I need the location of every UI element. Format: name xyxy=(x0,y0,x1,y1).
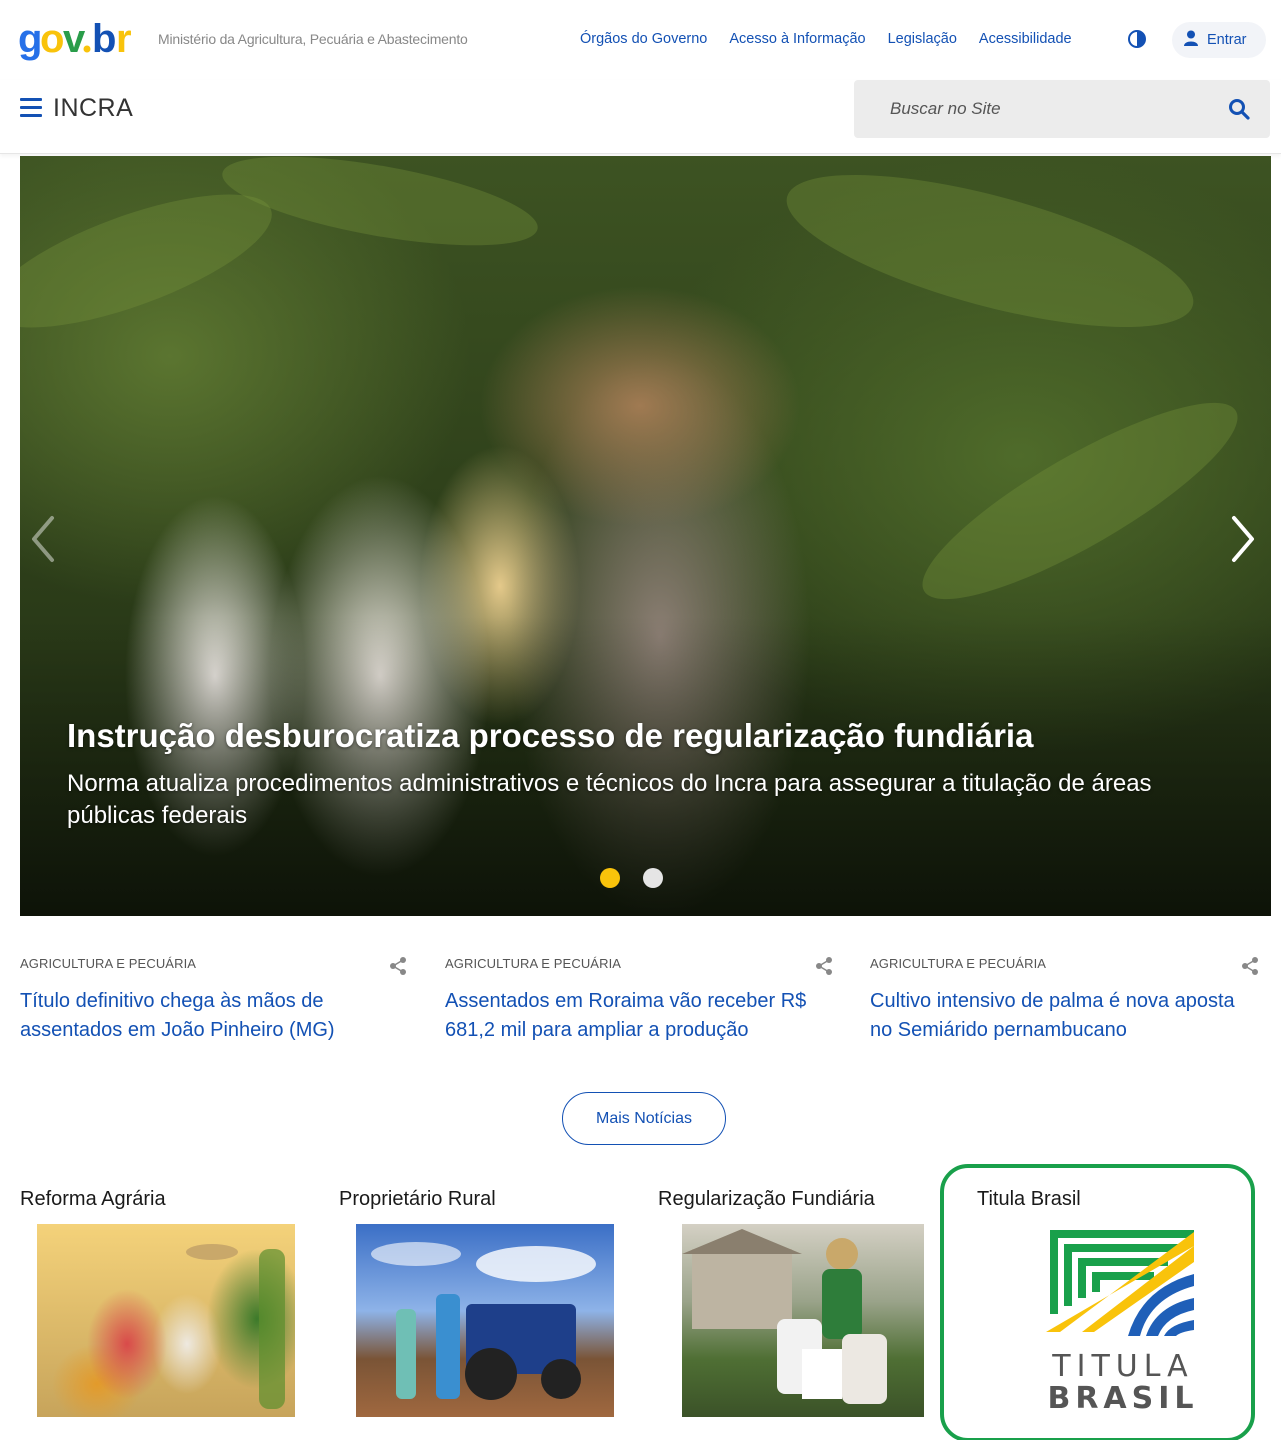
news-card: AGRICULTURA E PECUÁRIA Assentados em Ror… xyxy=(445,956,835,1045)
titula-logo-line2: BRASIL xyxy=(1047,1381,1198,1416)
feature-titula-brasil: Titula Brasil TITULA BRASIL xyxy=(977,1188,1194,1416)
search-input[interactable] xyxy=(854,80,1224,138)
share-icon[interactable] xyxy=(814,956,834,976)
more-news-button[interactable]: Mais Notícias xyxy=(562,1092,726,1145)
titula-logo-line1: TITULA xyxy=(1051,1349,1193,1384)
nav-bar: INCRA xyxy=(0,80,1281,154)
feature-title[interactable]: Proprietário Rural xyxy=(339,1188,496,1211)
svg-text:g: g xyxy=(18,18,40,61)
hero-carousel[interactable]: Instrução desburocratiza processo de reg… xyxy=(20,156,1271,916)
feature-image[interactable] xyxy=(682,1224,924,1417)
link-orgaos-governo[interactable]: Órgãos do Governo xyxy=(580,31,707,47)
search-box xyxy=(854,80,1270,138)
feature-image[interactable] xyxy=(37,1224,295,1417)
carousel-dot-2[interactable] xyxy=(643,868,663,888)
svg-text:o: o xyxy=(40,18,63,61)
feature-title[interactable]: Reforma Agrária xyxy=(20,1188,166,1211)
hero-title[interactable]: Instrução desburocratiza processo de reg… xyxy=(67,717,1033,755)
hero-subtitle: Norma atualiza procedimentos administrat… xyxy=(67,770,1152,829)
link-acessibilidade[interactable]: Acessibilidade xyxy=(979,31,1072,47)
news-category: AGRICULTURA E PECUÁRIA xyxy=(870,956,1047,971)
user-icon xyxy=(1184,30,1198,50)
contrast-icon[interactable] xyxy=(1128,30,1146,48)
svg-text:v: v xyxy=(63,18,86,61)
news-title[interactable]: Cultivo intensivo de palma é nova aposta… xyxy=(870,987,1260,1045)
hamburger-menu-icon[interactable] xyxy=(20,98,42,118)
govbr-logo[interactable]: g o v b r xyxy=(18,16,142,62)
link-legislacao[interactable]: Legislação xyxy=(888,31,957,47)
news-category: AGRICULTURA E PECUÁRIA xyxy=(445,956,622,971)
news-category: AGRICULTURA E PECUÁRIA xyxy=(20,956,197,971)
news-card: AGRICULTURA E PECUÁRIA Título definitivo… xyxy=(20,956,410,1045)
svg-text:b: b xyxy=(92,18,115,61)
carousel-indicators xyxy=(600,868,663,888)
titula-brasil-logo[interactable]: TITULA BRASIL xyxy=(1042,1224,1204,1417)
carousel-next-icon[interactable] xyxy=(1228,514,1258,564)
ministry-name: Ministério da Agricultura, Pecuária e Ab… xyxy=(158,31,468,47)
carousel-dot-1[interactable] xyxy=(600,868,620,888)
feature-reforma-agraria: Reforma Agrária xyxy=(20,1188,295,1417)
news-title[interactable]: Assentados em Roraima vão receber R$ 681… xyxy=(445,987,835,1045)
share-icon[interactable] xyxy=(1240,956,1260,976)
top-bar: g o v b r Ministério da Agricultura, Pec… xyxy=(0,0,1281,80)
feature-proprietario-rural: Proprietário Rural xyxy=(339,1188,614,1417)
top-links: Órgãos do Governo Acesso à Informação Le… xyxy=(580,31,1072,47)
login-button[interactable]: Entrar xyxy=(1172,22,1266,58)
feature-image[interactable] xyxy=(356,1224,614,1417)
feature-title[interactable]: Regularização Fundiária xyxy=(658,1188,875,1211)
news-card: AGRICULTURA E PECUÁRIA Cultivo intensivo… xyxy=(870,956,1260,1045)
link-acesso-informacao[interactable]: Acesso à Informação xyxy=(729,31,865,47)
news-title[interactable]: Título definitivo chega às mãos de assen… xyxy=(20,987,410,1045)
search-icon[interactable] xyxy=(1228,98,1250,120)
feature-title[interactable]: Titula Brasil xyxy=(977,1188,1081,1211)
news-list: AGRICULTURA E PECUÁRIA Título definitivo… xyxy=(20,956,1265,1056)
site-name: INCRA xyxy=(53,94,134,122)
feature-regularizacao-fundiaria: Regularização Fundiária xyxy=(658,1188,924,1417)
share-icon[interactable] xyxy=(388,956,408,976)
login-label: Entrar xyxy=(1207,32,1247,48)
carousel-prev-icon[interactable] xyxy=(28,514,58,564)
svg-text:r: r xyxy=(116,18,131,61)
